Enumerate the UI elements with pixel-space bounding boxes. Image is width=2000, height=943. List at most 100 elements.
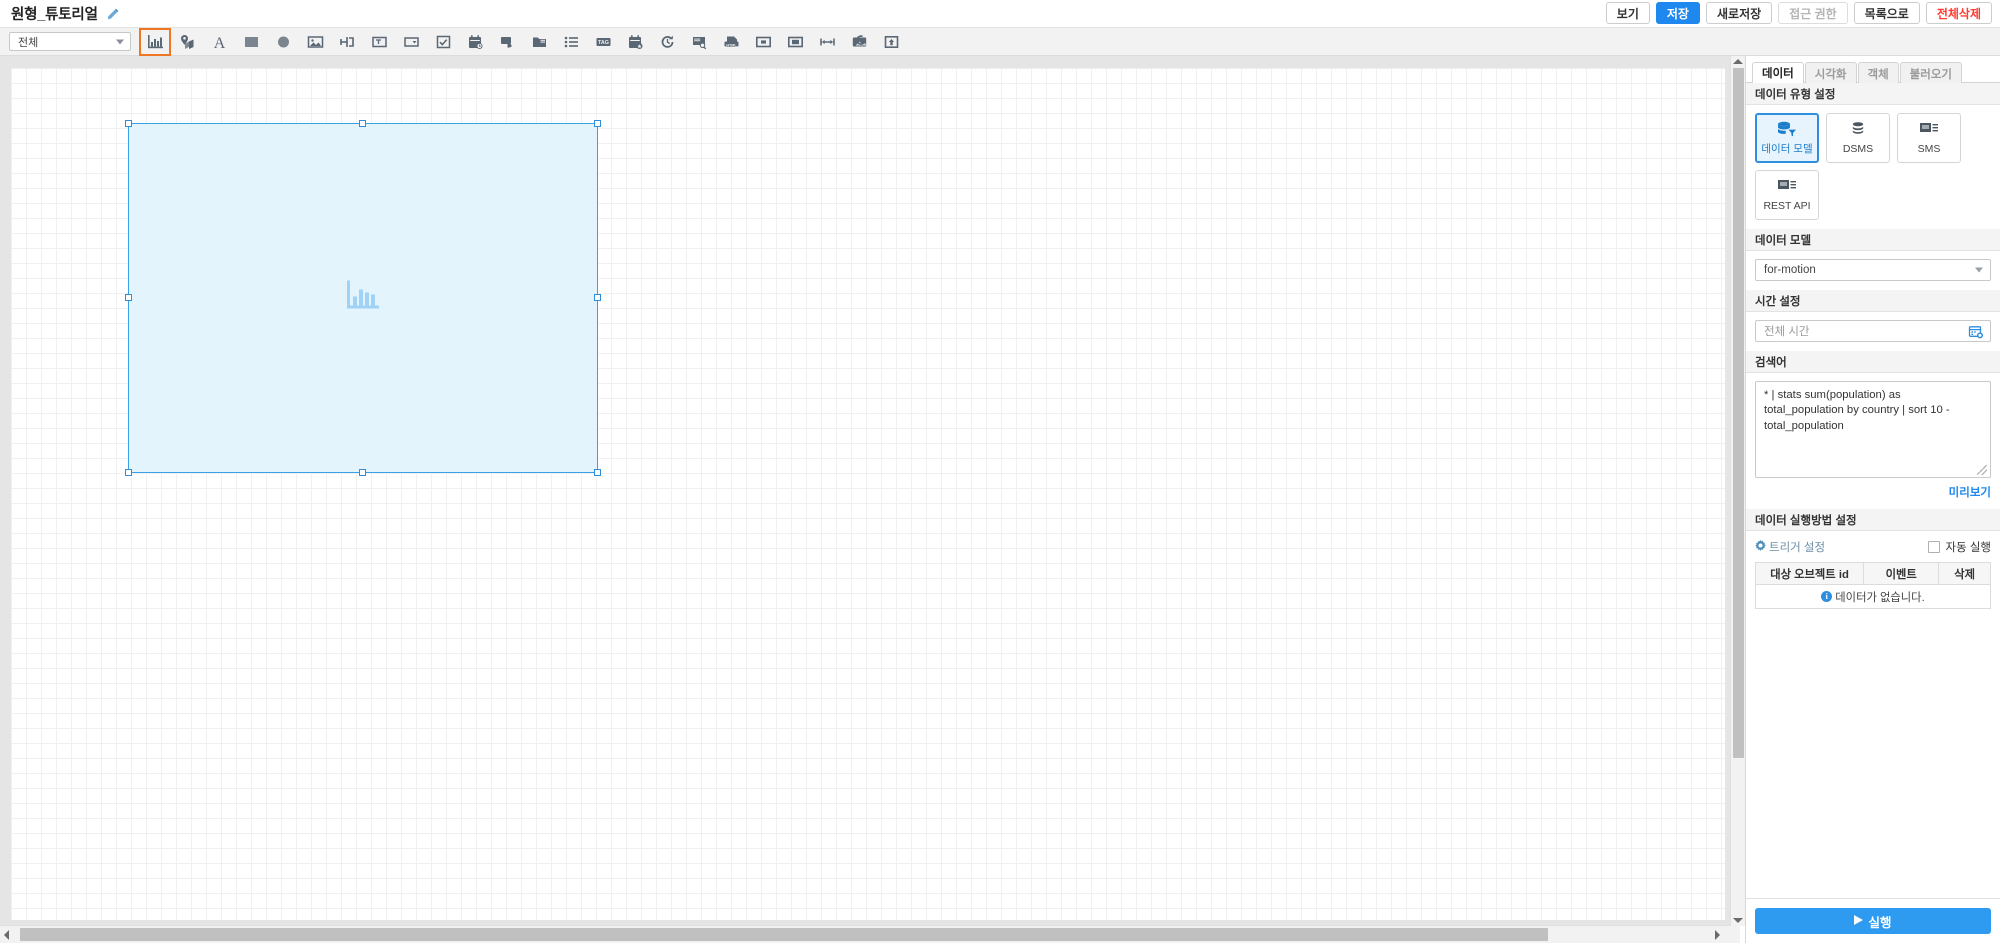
rectangle-icon [243,34,260,50]
tool-input-label-button[interactable] [331,28,363,56]
tab-object[interactable]: 객체 [1857,62,1899,84]
go-to-list-button[interactable]: 목록으로 [1853,2,1920,24]
section-header-execution: 데이터 실행방법 설정 [1746,509,2000,531]
resize-handle-n[interactable] [359,120,366,127]
horizontal-scroll-thumb[interactable] [20,928,1548,941]
resize-handle-ne[interactable] [594,120,601,127]
calendar-icon[interactable] [1968,324,1984,343]
canvas-horizontal-scrollbar[interactable] [0,925,1740,943]
upload-folder-icon [883,34,900,50]
tool-panel-button[interactable] [523,28,555,56]
run-button-area: 실행 [1746,898,2000,943]
data-model-icon [1777,121,1797,141]
chart-icon [147,34,164,50]
time-range-input[interactable]: 전체 시간 [1755,320,1991,342]
search-doc-icon [691,34,708,50]
canvas-area[interactable] [0,56,1740,943]
scroll-down-arrow-icon[interactable] [1733,918,1743,923]
pencil-icon[interactable] [105,8,119,22]
sms-icon [1919,121,1939,141]
data-type-card-dsms[interactable]: DSMS [1826,113,1890,163]
resize-handle-se[interactable] [594,469,601,476]
tab-import[interactable]: 불러오기 [1899,62,1962,84]
datepicker-icon [467,34,484,50]
tab-visualization[interactable]: 시각화 [1804,62,1857,84]
tool-rectangle-button[interactable] [235,28,267,56]
scroll-left-arrow-icon[interactable] [4,929,9,940]
canvas-vertical-scrollbar[interactable] [1730,56,1745,926]
tool-datepicker-button[interactable] [459,28,491,56]
view-button[interactable]: 보기 [1605,2,1650,24]
scope-select-value: 전체 [18,36,39,49]
delete-all-button[interactable]: 전체삭제 [1925,2,1992,24]
toolbar: 전체 A TAG HTML [0,27,2000,73]
section-header-query: 검색어 [1746,351,2000,373]
resize-handle-w[interactable] [125,294,132,301]
tool-frame-inner-button[interactable] [779,28,811,56]
tool-textbox-button[interactable] [363,28,395,56]
trigger-settings-button[interactable]: 트리거 설정 [1755,539,1825,555]
query-textarea[interactable]: * | stats sum(population) as total_popul… [1755,381,1991,478]
panel-body: 데이터 유형 설정 데이터 모델 DSMS SMS REST API 데이터 모… [1746,83,2000,898]
tool-text-button[interactable]: A [203,28,235,56]
tool-list-button[interactable] [555,28,587,56]
scroll-up-arrow-icon[interactable] [1733,59,1743,64]
tool-button-button[interactable] [491,28,523,56]
resize-handle-s[interactable] [359,469,366,476]
data-model-select[interactable]: for-motion [1755,259,1991,281]
history-icon [659,34,676,50]
tool-history-button[interactable] [651,28,683,56]
trigger-settings-label: 트리거 설정 [1769,542,1826,554]
textbox-icon [371,34,388,50]
tool-search-doc-button[interactable] [683,28,715,56]
auto-run-toggle[interactable]: 자동 실행 [1928,539,1991,555]
tool-chart-button[interactable] [139,27,171,56]
tool-checkbox-button[interactable] [427,28,459,56]
data-type-card-sms[interactable]: SMS [1897,113,1961,163]
scroll-right-arrow-icon[interactable] [1715,929,1720,940]
trigger-table-empty-cell: i 데이터가 없습니다. [1755,584,1991,609]
rest-api-icon [1777,178,1797,198]
textarea-resize-grip[interactable] [1977,465,1987,475]
frame-inner-icon [787,34,804,50]
tool-resize-width-button[interactable] [811,28,843,56]
tool-button-group: A TAG HTML [139,27,907,56]
tool-map-button[interactable] [171,28,203,56]
tool-date-star-button[interactable] [619,28,651,56]
trigger-row: 트리거 설정 자동 실행 [1755,539,1991,555]
tool-upload-folder-button[interactable] [875,28,907,56]
canvas-grid[interactable] [11,68,1725,920]
save-as-button[interactable]: 새로저장 [1705,2,1773,24]
save-button[interactable]: 저장 [1655,2,1700,24]
data-type-card-data-model[interactable]: 데이터 모델 [1755,113,1819,163]
top-action-buttons: 보기 저장 새로저장 접근 권한 목록으로 전체삭제 [1605,2,1992,24]
tool-html-print-button[interactable]: HTML [715,28,747,56]
tool-tag-button[interactable]: TAG [587,28,619,56]
data-type-label-data-model: 데이터 모델 [1761,143,1813,156]
page-title: 원형_튜토리얼 [11,7,98,23]
section-header-data-type: 데이터 유형 설정 [1746,83,2000,105]
vertical-scroll-thumb[interactable] [1733,68,1744,758]
tool-dropdown-button[interactable] [395,28,427,56]
run-button[interactable]: 실행 [1755,908,1991,934]
tool-refresh-image-button[interactable] [843,28,875,56]
tool-image-button[interactable] [299,28,331,56]
scope-select[interactable]: 전체 [9,32,131,51]
chart-placeholder-object[interactable] [125,120,601,476]
input-label-icon [339,34,356,50]
info-icon: i [1821,591,1833,602]
tab-data[interactable]: 데이터 [1752,62,1804,84]
data-type-card-rest-api[interactable]: REST API [1755,170,1819,220]
resize-handle-nw[interactable] [125,120,132,127]
preview-link[interactable]: 미리보기 [1755,484,1991,500]
tool-ellipse-button[interactable] [267,28,299,56]
dropdown-icon [403,34,420,50]
text-icon: A [211,34,228,50]
resize-handle-e[interactable] [594,294,601,301]
run-button-label: 실행 [1868,915,1892,930]
bar-chart-icon [345,279,381,318]
resize-handle-sw[interactable] [125,469,132,476]
auto-run-checkbox[interactable] [1928,541,1941,553]
access-permission-button[interactable]: 접근 권한 [1778,2,1848,24]
tool-frame-outer-button[interactable] [747,28,779,56]
